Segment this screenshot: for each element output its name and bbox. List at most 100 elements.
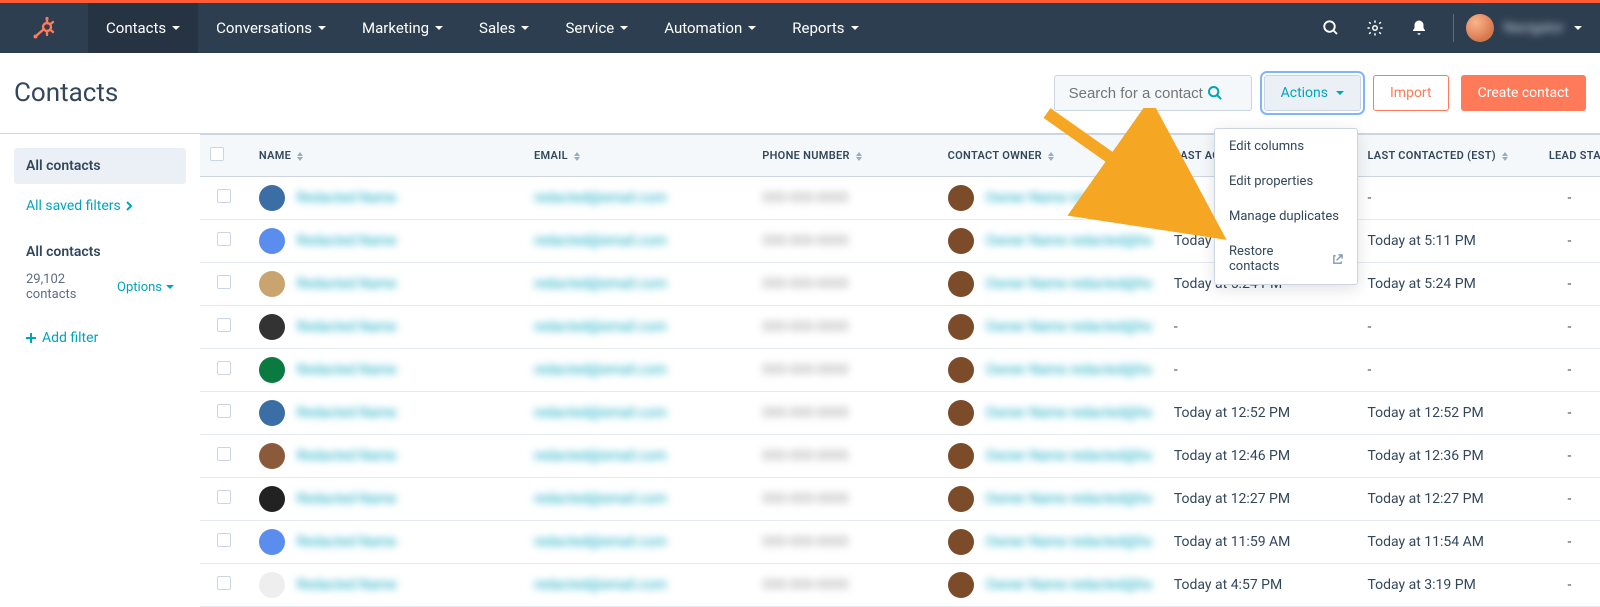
sidebar-active-view[interactable]: All contacts bbox=[14, 148, 186, 184]
avatar bbox=[948, 529, 974, 555]
contact-name[interactable]: Redacted Name bbox=[297, 448, 397, 464]
external-link-icon bbox=[1332, 254, 1343, 265]
nav-item-automation[interactable]: Automation bbox=[646, 3, 774, 53]
contact-owner[interactable]: Owner Name redacted@hs bbox=[986, 405, 1153, 421]
contact-name[interactable]: Redacted Name bbox=[297, 233, 397, 249]
chevron-down-icon bbox=[851, 26, 859, 30]
contact-name[interactable]: Redacted Name bbox=[297, 577, 397, 593]
contact-email[interactable]: redacted@email.com bbox=[534, 276, 667, 292]
menu-edit-columns[interactable]: Edit columns bbox=[1215, 129, 1357, 164]
contact-email[interactable]: redacted@email.com bbox=[534, 491, 667, 507]
contact-name[interactable]: Redacted Name bbox=[297, 190, 397, 206]
contact-email[interactable]: redacted@email.com bbox=[534, 190, 667, 206]
search-field[interactable] bbox=[1067, 84, 1207, 103]
nav-item-conversations[interactable]: Conversations bbox=[198, 3, 344, 53]
table-row[interactable]: Redacted Nameredacted@email.com000-000-0… bbox=[200, 392, 1600, 435]
nav-item-sales[interactable]: Sales bbox=[461, 3, 547, 53]
row-checkbox[interactable] bbox=[217, 189, 231, 203]
row-checkbox[interactable] bbox=[217, 533, 231, 547]
bell-icon[interactable] bbox=[1397, 3, 1441, 53]
row-checkbox[interactable] bbox=[217, 232, 231, 246]
row-checkbox[interactable] bbox=[217, 318, 231, 332]
nav-item-marketing[interactable]: Marketing bbox=[344, 3, 461, 53]
menu-restore-contacts[interactable]: Restore contacts bbox=[1215, 234, 1357, 284]
contact-owner[interactable]: Owner Name redacted@hs bbox=[986, 577, 1153, 593]
lead-status: - bbox=[1567, 190, 1571, 206]
contact-email[interactable]: redacted@email.com bbox=[534, 577, 667, 593]
nav-item-reports[interactable]: Reports bbox=[774, 3, 876, 53]
link-label: All saved filters bbox=[26, 198, 121, 214]
table-row[interactable]: Redacted Nameredacted@email.com000-000-0… bbox=[200, 564, 1600, 607]
nav-item-service[interactable]: Service bbox=[547, 3, 646, 53]
top-nav: Contacts Conversations Marketing Sales S… bbox=[0, 3, 1600, 53]
account-menu[interactable]: Navigator bbox=[1466, 14, 1600, 42]
row-checkbox[interactable] bbox=[217, 447, 231, 461]
contact-owner[interactable]: Owner Name redacted@hs bbox=[986, 534, 1153, 550]
create-contact-button[interactable]: Create contact bbox=[1461, 75, 1586, 111]
table-row[interactable]: Redacted Nameredacted@email.com000-000-0… bbox=[200, 263, 1600, 306]
lead-status: - bbox=[1567, 448, 1571, 464]
contact-name[interactable]: Redacted Name bbox=[297, 491, 397, 507]
contact-owner[interactable]: Owner Name redacted@hs bbox=[986, 233, 1153, 249]
menu-manage-duplicates[interactable]: Manage duplicates bbox=[1215, 199, 1357, 234]
search-input[interactable] bbox=[1054, 75, 1252, 111]
contact-name[interactable]: Redacted Name bbox=[297, 276, 397, 292]
contact-owner[interactable]: Owner Name redacted@hs bbox=[986, 190, 1153, 206]
contact-owner[interactable]: Owner Name redacted@hs bbox=[986, 491, 1153, 507]
contact-email[interactable]: redacted@email.com bbox=[534, 233, 667, 249]
contact-phone: 000-000-0000 bbox=[762, 448, 848, 464]
search-icon[interactable] bbox=[1309, 3, 1353, 53]
nav-item-label: Sales bbox=[479, 19, 515, 37]
table-row[interactable]: Redacted Nameredacted@email.com000-000-0… bbox=[200, 306, 1600, 349]
contact-email[interactable]: redacted@email.com bbox=[534, 319, 667, 335]
page-title: Contacts bbox=[14, 78, 118, 108]
avatar bbox=[948, 400, 974, 426]
actions-button[interactable]: Actions bbox=[1264, 75, 1361, 111]
last-activity: Today at 11:59 AM bbox=[1174, 534, 1291, 550]
contact-owner[interactable]: Owner Name redacted@hs bbox=[986, 276, 1153, 292]
row-checkbox[interactable] bbox=[217, 361, 231, 375]
menu-edit-properties[interactable]: Edit properties bbox=[1215, 164, 1357, 199]
select-all-checkbox[interactable] bbox=[210, 147, 224, 161]
sidebar-saved-filters[interactable]: All saved filters bbox=[14, 192, 186, 220]
column-lead[interactable]: LEAD STATUS bbox=[1539, 135, 1600, 177]
table-row[interactable]: Redacted Nameredacted@email.com000-000-0… bbox=[200, 177, 1600, 220]
column-name[interactable]: NAME bbox=[249, 135, 524, 177]
row-checkbox[interactable] bbox=[217, 576, 231, 590]
contact-owner[interactable]: Owner Name redacted@hs bbox=[986, 319, 1153, 335]
column-email[interactable]: EMAIL bbox=[524, 135, 752, 177]
column-phone[interactable]: PHONE NUMBER bbox=[752, 135, 937, 177]
contact-name[interactable]: Redacted Name bbox=[297, 362, 397, 378]
button-label: Actions bbox=[1281, 85, 1328, 101]
nav-item-contacts[interactable]: Contacts bbox=[88, 3, 198, 53]
contact-phone: 000-000-0000 bbox=[762, 534, 848, 550]
row-checkbox[interactable] bbox=[217, 404, 231, 418]
actions-dropdown: Edit columns Edit properties Manage dupl… bbox=[1214, 128, 1358, 285]
table-row[interactable]: Redacted Name redacted@email.com 000-000-0… bbox=[200, 521, 1600, 564]
chevron-down-icon bbox=[172, 26, 180, 30]
contact-name[interactable]: Redacted Name bbox=[297, 405, 397, 421]
contact-email[interactable]: redacted@email.com bbox=[534, 448, 667, 464]
lead-status: - bbox=[1567, 491, 1571, 507]
contact-email[interactable]: redacted@email.com bbox=[534, 362, 667, 378]
table-row[interactable]: Redacted Name redacted@email.com 000-000-0… bbox=[200, 435, 1600, 478]
contact-name[interactable]: Redacted Name bbox=[297, 534, 397, 550]
import-button[interactable]: Import bbox=[1373, 75, 1449, 111]
table-row[interactable]: Redacted Nameredacted@email.com000-000-0… bbox=[200, 220, 1600, 263]
table-row[interactable]: Redacted Nameredacted@email.com000-000-0… bbox=[200, 349, 1600, 392]
table-row[interactable]: Redacted Nameredacted@email.com000-000-0… bbox=[200, 478, 1600, 521]
logo[interactable] bbox=[0, 3, 88, 53]
column-last-contacted[interactable]: LAST CONTACTED (EST) bbox=[1357, 135, 1538, 177]
contact-owner[interactable]: Owner Name redacted@hs bbox=[986, 448, 1153, 464]
add-filter-link[interactable]: Add filter bbox=[14, 312, 186, 364]
last-contacted: Today at 11:54 AM bbox=[1367, 534, 1484, 550]
column-owner[interactable]: CONTACT OWNER bbox=[938, 135, 1164, 177]
gear-icon[interactable] bbox=[1353, 3, 1397, 53]
contact-email[interactable]: redacted@email.com bbox=[534, 534, 667, 550]
options-link[interactable]: Options bbox=[117, 272, 174, 302]
contact-name[interactable]: Redacted Name bbox=[297, 319, 397, 335]
row-checkbox[interactable] bbox=[217, 490, 231, 504]
contact-owner[interactable]: Owner Name redacted@hs bbox=[986, 362, 1153, 378]
contact-email[interactable]: redacted@email.com bbox=[534, 405, 667, 421]
row-checkbox[interactable] bbox=[217, 275, 231, 289]
